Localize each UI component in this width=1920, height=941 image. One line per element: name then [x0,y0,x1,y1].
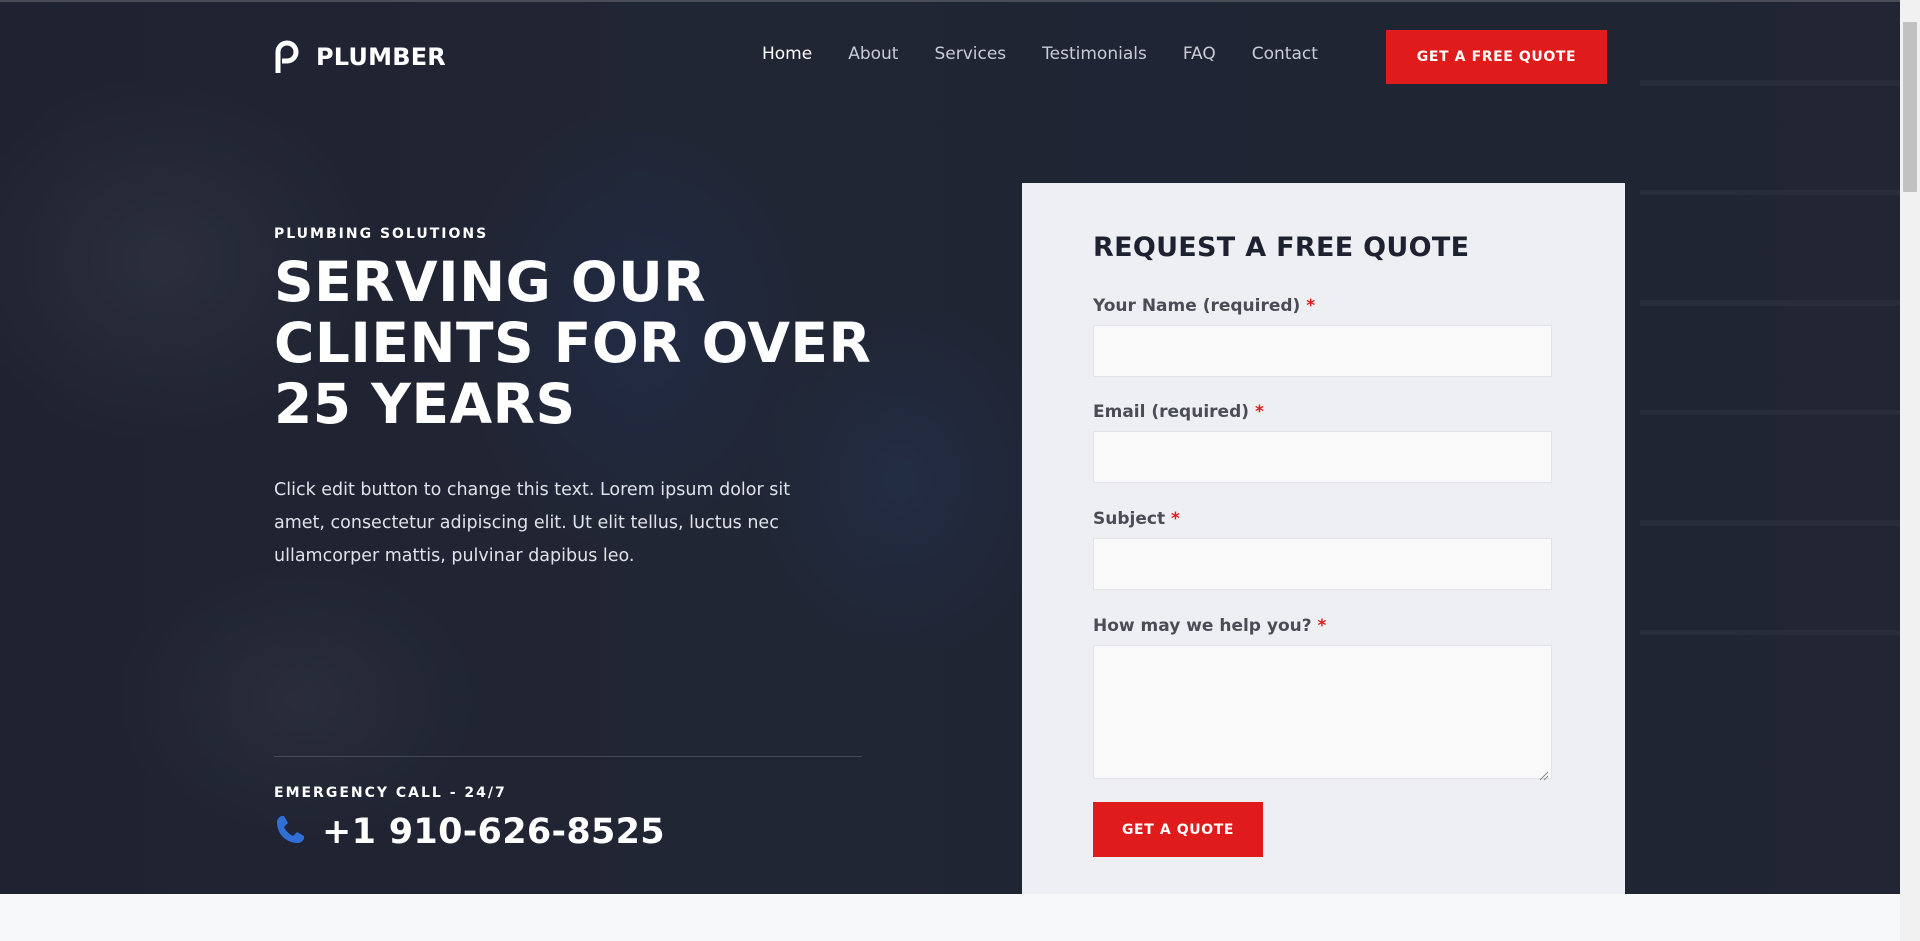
scrollbar-thumb[interactable] [1903,22,1917,192]
background-stripe [1640,630,1900,635]
nav-item-faq[interactable]: FAQ [1183,44,1216,64]
hero-headline: SERVING OUR CLIENTS FOR OVER 25 YEARS [274,252,894,435]
required-mark: * [1317,616,1327,636]
brand-logo[interactable]: PLUMBER [274,40,446,74]
form-title: REQUEST A FREE QUOTE [1093,232,1470,263]
subject-field[interactable] [1093,538,1552,590]
nav-item-home[interactable]: Home [762,44,812,64]
background-stripe [1640,410,1900,415]
background-stripe [1640,80,1900,86]
required-mark: * [1254,402,1264,422]
phone-icon [274,814,306,850]
name-field[interactable] [1093,325,1552,377]
email-field-label: Email (required) * [1093,402,1264,422]
field-label-text: Your Name (required) [1093,296,1301,316]
nav-item-about[interactable]: About [848,44,898,64]
background-stripe [1640,190,1900,195]
field-label-text: Subject [1093,509,1166,529]
phone-number[interactable]: +1 910-626-8525 [322,812,665,852]
top-border [0,0,1920,2]
headline-line: SERVING OUR [274,250,707,314]
phone-contact[interactable]: +1 910-626-8525 [274,812,665,852]
main-nav: Home About Services Testimonials FAQ Con… [762,44,1354,64]
emergency-label: EMERGENCY CALL - 24/7 [274,785,507,801]
nav-item-services[interactable]: Services [934,44,1006,64]
quote-form-card: REQUEST A FREE QUOTE Your Name (required… [1022,183,1625,894]
name-field-label: Your Name (required) * [1093,296,1315,316]
field-label-text: How may we help you? [1093,616,1312,636]
nav-item-testimonials[interactable]: Testimonials [1042,44,1147,64]
hero-eyebrow: PLUMBING SOLUTIONS [274,226,489,242]
get-a-quote-button[interactable]: GET A QUOTE [1093,802,1263,857]
background-stripe [1640,520,1900,526]
resize-handle-icon[interactable] [1539,766,1549,781]
required-mark: * [1306,296,1316,316]
hero-divider [274,756,862,757]
nav-item-contact[interactable]: Contact [1252,44,1318,64]
email-field[interactable] [1093,431,1552,483]
get-free-quote-button[interactable]: GET A FREE QUOTE [1386,30,1607,84]
background-stripe [1640,300,1900,306]
subject-field-label: Subject * [1093,509,1180,529]
headline-line: 25 YEARS [274,372,576,436]
field-label-text: Email (required) [1093,402,1250,422]
message-field-label: How may we help you? * [1093,616,1326,636]
logo-p-icon [274,40,302,74]
brand-name: PLUMBER [316,43,446,71]
page-scrollbar[interactable] [1900,0,1920,941]
required-mark: * [1171,509,1180,529]
message-textarea[interactable] [1093,645,1552,781]
headline-line: CLIENTS FOR OVER [274,311,872,375]
hero-description: Click edit button to change this text. L… [274,480,791,566]
